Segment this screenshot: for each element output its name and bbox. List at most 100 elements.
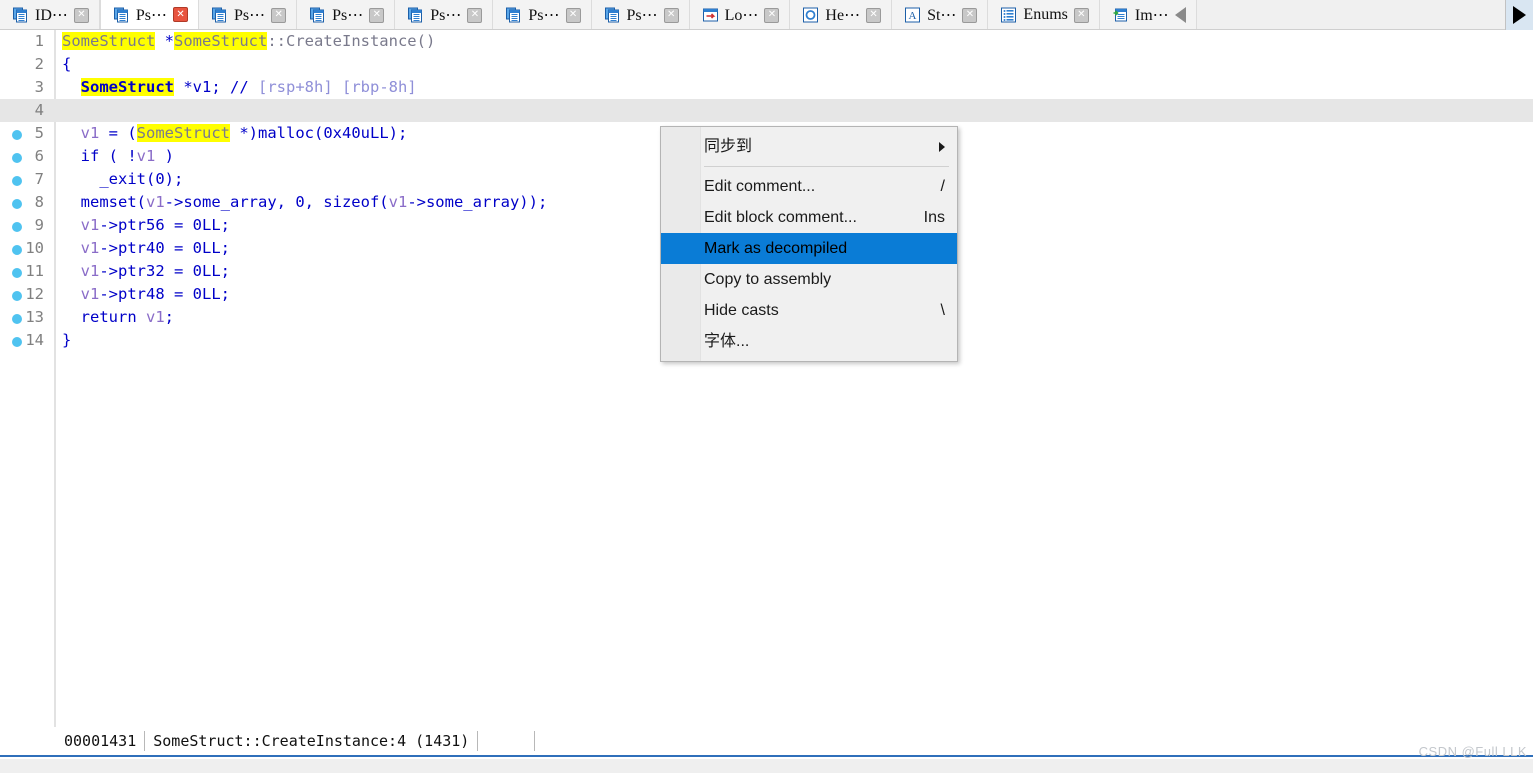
close-icon[interactable]: ✕ — [1073, 7, 1089, 23]
tab-2[interactable]: Ps⋯ ✕ — [199, 0, 298, 29]
tab-1[interactable]: Ps⋯ ✕ — [99, 0, 200, 29]
tab-5[interactable]: Ps⋯ ✕ — [493, 0, 592, 29]
close-icon[interactable]: ✕ — [369, 7, 385, 23]
code-text[interactable]: SomeStruct *SomeStruct::CreateInstance() — [62, 30, 435, 53]
menu-item-6[interactable]: 字体... — [661, 326, 957, 357]
code-line[interactable]: 4 — [0, 99, 1533, 122]
tab-label: Ps⋯ — [626, 7, 658, 24]
close-icon[interactable]: ✕ — [866, 7, 882, 23]
close-icon[interactable]: ✕ — [271, 7, 287, 23]
menu-item-5[interactable]: Hide casts \ — [661, 295, 957, 326]
code-token: ->ptr48 = 0LL; — [99, 285, 230, 303]
tab-scroll-right-button[interactable] — [1505, 0, 1533, 30]
code-text[interactable]: return v1; — [62, 306, 174, 329]
code-text[interactable]: memset(v1->some_array, 0, sizeof(v1->som… — [62, 191, 548, 214]
close-icon[interactable]: ✕ — [565, 7, 581, 23]
tab-label: St⋯ — [927, 7, 957, 24]
close-icon[interactable]: ✕ — [764, 7, 780, 23]
code-line[interactable]: 2{ — [0, 53, 1533, 76]
close-icon[interactable]: ✕ — [173, 7, 189, 22]
code-text[interactable]: SomeStruct *v1; // [rsp+8h] [rbp-8h] — [62, 76, 417, 99]
code-token: ->some_array)); — [407, 193, 548, 211]
document-list-icon — [12, 7, 29, 23]
close-icon[interactable]: ✕ — [663, 7, 679, 23]
code-text[interactable]: v1->ptr56 = 0LL; — [62, 214, 230, 237]
menu-item-label: 同步到 — [704, 138, 753, 155]
code-token: v1 — [146, 308, 165, 326]
context-menu-items[interactable]: 同步到 Edit comment... / Edit block comment...… — [661, 131, 957, 357]
tab-11[interactable]: Im⋯ — [1099, 0, 1197, 29]
tab-0[interactable]: ID⋯ ✕ — [0, 0, 100, 29]
tab-label: Lo⋯ — [724, 7, 759, 24]
status-location: SomeStruct::CreateInstance:4 (1431) — [153, 732, 470, 750]
code-text[interactable]: { — [62, 53, 71, 76]
close-icon[interactable]: ✕ — [962, 7, 978, 23]
code-token: ; — [164, 308, 175, 326]
menu-item-0[interactable]: 同步到 — [661, 131, 957, 162]
menu-item-shortcut: Ins — [923, 209, 945, 226]
svg-text:A: A — [909, 10, 917, 22]
status-bar-content: 00001431 SomeStruct::CreateInstance:4 (1… — [56, 727, 536, 755]
code-token: v1 — [80, 285, 100, 303]
menu-item-4[interactable]: Copy to assembly — [661, 264, 957, 295]
menu-item-label: Edit block comment... — [704, 209, 857, 226]
menu-item-label: Edit comment... — [704, 178, 816, 195]
triangle-right-icon — [1513, 6, 1526, 24]
tab-label: ID⋯ — [35, 7, 68, 24]
line-number: 7 — [34, 170, 44, 188]
code-text[interactable]: v1->ptr40 = 0LL; — [62, 237, 230, 260]
menu-separator — [704, 166, 949, 167]
code-token: *v1; // — [174, 78, 258, 96]
triangle-left-icon[interactable] — [1174, 7, 1186, 23]
tab-3[interactable]: Ps⋯ ✕ — [297, 0, 396, 29]
code-text[interactable]: } — [62, 329, 71, 352]
code-line[interactable]: 3 SomeStruct *v1; // [rsp+8h] [rbp-8h] — [0, 76, 1533, 99]
code-text[interactable]: if ( !v1 ) — [62, 145, 174, 168]
line-number: 14 — [25, 331, 44, 349]
code-text[interactable]: v1->ptr32 = 0LL; — [62, 260, 230, 283]
line-number: 2 — [34, 55, 44, 73]
code-token: [rsp+8h] [rbp-8h] — [258, 78, 417, 96]
close-icon[interactable]: ✕ — [73, 7, 89, 23]
close-icon[interactable]: ✕ — [467, 7, 483, 23]
watermark: CSDN @Full LLK — [1418, 744, 1527, 759]
tab-8[interactable]: He⋯ ✕ — [790, 0, 893, 29]
code-text[interactable]: _exit(0); — [62, 168, 183, 191]
code-token: 0x40uLL — [323, 124, 389, 142]
document-list-icon — [407, 7, 424, 23]
menu-item-1[interactable]: Edit comment... / — [661, 171, 957, 202]
code-token: *) — [230, 124, 258, 142]
menu-item-3[interactable]: Mark as decompiled — [661, 233, 957, 264]
code-token: v1 — [80, 216, 100, 234]
code-text[interactable]: v1 = (SomeStruct *)malloc(0x40uLL); — [62, 122, 407, 145]
tab-10[interactable]: Enums ✕ — [988, 0, 1100, 29]
code-token: = ( — [99, 124, 137, 142]
tab-7[interactable]: Lo⋯ ✕ — [689, 0, 791, 29]
line-number: 12 — [25, 285, 44, 303]
code-token: _exit(0); — [62, 170, 184, 188]
tab-label: Ps⋯ — [528, 7, 560, 24]
context-menu[interactable]: 同步到 Edit comment... / Edit block comment...… — [660, 126, 958, 362]
menu-item-label: Copy to assembly — [704, 271, 832, 288]
tab-label: Ps⋯ — [135, 6, 168, 24]
tab-6[interactable]: Ps⋯ ✕ — [591, 0, 690, 29]
tab-strip: ID⋯ ✕ Ps⋯ ✕ Ps⋯ ✕ Ps⋯ ✕ Ps⋯ ✕ Ps⋯ ✕ Ps⋯ ✕ Lo⋯ ✕ He⋯ ✕ A St⋯… — [0, 0, 1505, 29]
document-list-icon — [113, 7, 130, 23]
code-text[interactable]: v1->ptr48 = 0LL; — [62, 283, 230, 306]
code-token: malloc( — [258, 124, 324, 142]
tab-label: Ps⋯ — [332, 7, 364, 24]
menu-item-2[interactable]: Edit block comment... Ins — [661, 202, 957, 233]
tab-9[interactable]: A St⋯ ✕ — [892, 0, 989, 29]
strings-window-icon: A — [904, 7, 921, 23]
code-token: ::CreateInstance() — [267, 32, 436, 50]
menu-item-label: 字体... — [704, 333, 750, 350]
tab-4[interactable]: Ps⋯ ✕ — [395, 0, 494, 29]
document-list-icon — [604, 7, 621, 23]
highlighted-token: SomeStruct — [62, 32, 156, 50]
code-token: v1 — [146, 193, 165, 211]
code-line[interactable]: 1 SomeStruct *SomeStruct::CreateInstance(… — [0, 30, 1533, 53]
